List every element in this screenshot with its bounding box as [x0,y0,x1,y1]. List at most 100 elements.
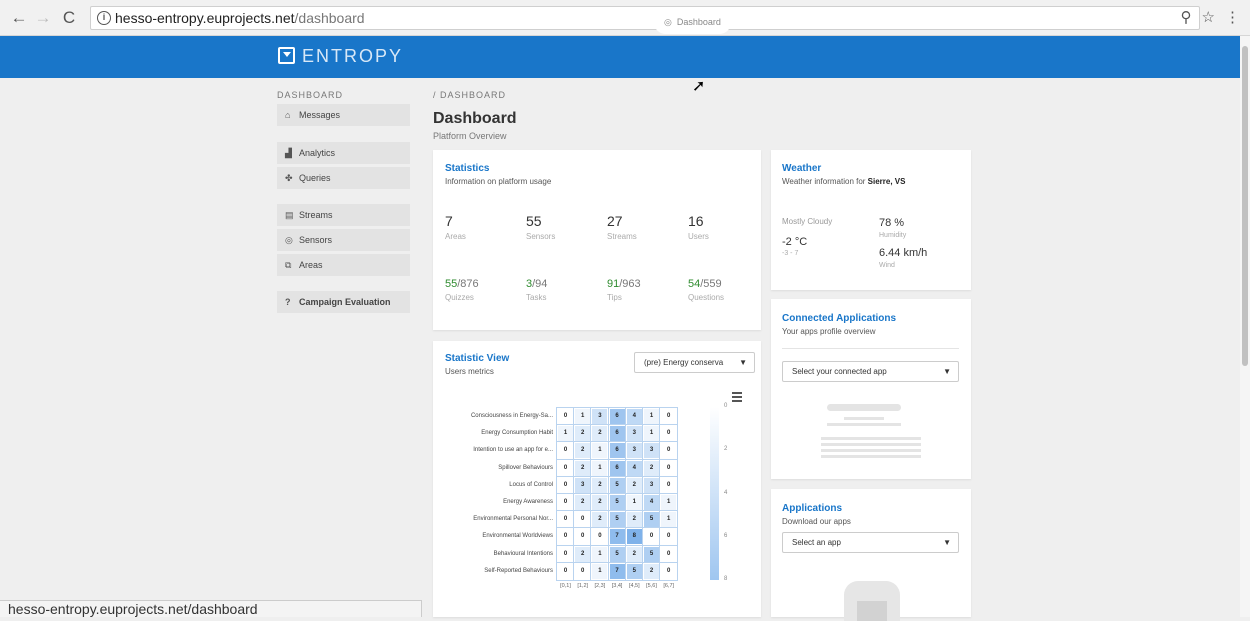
heatmap-cell[interactable]: 3 [624,424,644,444]
heatmap-cell[interactable]: 0 [556,510,575,530]
browser-menu-icon[interactable]: ⋮ [1225,9,1240,26]
heatmap-cell[interactable]: 2 [624,544,644,564]
heatmap-cell[interactable]: 0 [556,458,575,478]
heatmap-cell[interactable]: 2 [642,561,661,581]
heatmap-cell[interactable]: 3 [573,475,593,495]
heatmap-cell[interactable]: 5 [607,510,627,530]
forward-icon[interactable]: → [34,8,52,28]
sidebar-item-queries[interactable]: ✤ Queries [277,167,410,189]
heatmap-cell[interactable]: 0 [659,458,679,478]
heatmap-cell[interactable]: 0 [659,561,679,581]
heatmap-cell[interactable]: 0 [556,407,575,426]
reload-icon[interactable]: C [60,8,78,28]
sidebar-item-areas[interactable]: ⧉ Areas [277,254,410,276]
sidebar-item-campaign-evaluation[interactable]: ? Campaign Evaluation [277,291,410,313]
heatmap-cell[interactable]: 1 [642,407,661,426]
metric-select[interactable]: (pre) Energy conserva ▼ [634,352,755,373]
heatmap-cell[interactable]: 0 [573,561,593,581]
heatmap-cell[interactable]: 2 [573,493,593,512]
chart-menu-icon[interactable] [732,392,742,404]
heatmap-cell[interactable]: 2 [590,493,610,512]
heatmap-cell[interactable]: 0 [556,475,575,495]
stat-label: Questions [688,293,725,302]
heatmap-cell[interactable]: 0 [642,527,661,547]
zoom-icon[interactable]: ⚲ [1181,9,1192,26]
heatmap-cell[interactable]: 0 [659,527,679,547]
info-icon[interactable]: i [97,11,111,25]
nav-account[interactable]: ✿ Account [757,17,802,28]
heatmap-cell[interactable]: 1 [624,493,644,512]
heatmap-cell[interactable]: 2 [624,475,644,495]
heatmap-cell[interactable]: 5 [607,475,627,495]
heatmap-cell[interactable]: 0 [556,561,575,581]
heatmap-cell[interactable]: 3 [642,475,661,495]
heatmap-cell[interactable]: 0 [556,527,575,547]
heatmap-cell[interactable]: 1 [590,458,610,478]
heatmap-cell[interactable]: 0 [573,527,593,547]
heatmap-cell[interactable]: 5 [607,544,627,564]
heatmap-cell[interactable]: 3 [624,441,644,461]
sidebar-item-analytics[interactable]: ▟ Analytics [277,142,410,164]
heatmap-cell[interactable]: 4 [642,493,661,512]
heatmap-cell[interactable]: 1 [659,493,679,512]
heatmap-cell[interactable]: 4 [624,407,644,426]
heatmap-cell[interactable]: 0 [556,441,575,461]
heatmap-cell[interactable]: 7 [607,527,627,547]
heatmap-cell[interactable]: 2 [590,475,610,495]
heatmap-cell[interactable]: 3 [642,441,661,461]
stat-sensors: 55 Sensors [526,213,555,241]
heatmap-cell[interactable]: 3 [590,407,610,426]
heatmap-cell[interactable]: 7 [607,561,627,581]
heatmap-cell[interactable]: 0 [659,441,679,461]
heatmap-cell[interactable]: 0 [659,475,679,495]
heatmap-cell[interactable]: 1 [659,510,679,530]
heatmap-cell[interactable]: 6 [607,424,627,444]
heatmap-cell[interactable]: 0 [659,424,679,444]
heatmap-cell[interactable]: 0 [556,544,575,564]
page-scrollbar[interactable] [1240,36,1250,617]
address-bar[interactable]: i hesso-entropy.euprojects.net/dashboard [90,6,1200,30]
heatmap-cell[interactable]: 8 [624,527,644,547]
heatmap-cell[interactable]: 5 [607,493,627,512]
sidebar-item-sensors[interactable]: ◎ Sensors [277,229,410,251]
nav-dashboard[interactable]: ◎ Dashboard [654,10,731,34]
nav-logout[interactable]: ⇥ Logout (entropy) [892,17,971,28]
heatmap-cell[interactable]: 1 [573,407,593,426]
nav-admin[interactable]: ✢ Admin [828,17,866,28]
heatmap-cell[interactable]: 2 [624,510,644,530]
sidebar-item-messages[interactable]: ⌂ Messages [277,104,410,126]
heatmap-cell[interactable]: 1 [642,424,661,444]
heatmap-cell[interactable]: 5 [642,510,661,530]
heatmap-cell[interactable]: 2 [590,510,610,530]
heatmap-cell[interactable]: 5 [642,544,661,564]
heatmap-cell[interactable]: 5 [624,561,644,581]
heatmap-cell[interactable]: 4 [624,458,644,478]
heatmap-cell[interactable]: 0 [590,527,610,547]
heatmap-cell[interactable]: 1 [590,441,610,461]
heatmap-cell[interactable]: 0 [573,510,593,530]
scrollbar-thumb[interactable] [1242,46,1248,366]
app-select[interactable]: Select an app ▼ [782,532,959,553]
heatmap-cell[interactable]: 2 [573,458,593,478]
heatmap-cell[interactable]: 6 [607,458,627,478]
heatmap-cell[interactable]: 0 [659,407,679,426]
sidebar-item-streams[interactable]: ▤ Streams [277,204,410,226]
heatmap-cell[interactable]: 1 [590,544,610,564]
heatmap-cell[interactable]: 6 [607,441,627,461]
heatmap-cell[interactable]: 0 [556,493,575,512]
heatmap-cell[interactable]: 2 [573,441,593,461]
browser-toolbar: ← → C i hesso-entropy.euprojects.net/das… [0,0,1250,36]
heatmap-cell[interactable]: 2 [573,544,593,564]
heatmap-cell[interactable]: 1 [590,561,610,581]
connected-app-select[interactable]: Select your connected app ▼ [782,361,959,382]
heatmap-cell[interactable]: 2 [573,424,593,444]
brand[interactable]: ENTROPY [278,46,403,67]
heatmap-cell[interactable]: 0 [659,544,679,564]
heatmap-cell[interactable]: 2 [642,458,661,478]
stat-label: Users [688,232,709,241]
heatmap-cell[interactable]: 1 [556,424,575,444]
heatmap-cell[interactable]: 2 [590,424,610,444]
bookmark-star-icon[interactable]: ☆ [1202,9,1215,26]
back-icon[interactable]: ← [10,8,28,28]
heatmap-cell[interactable]: 6 [607,407,627,426]
